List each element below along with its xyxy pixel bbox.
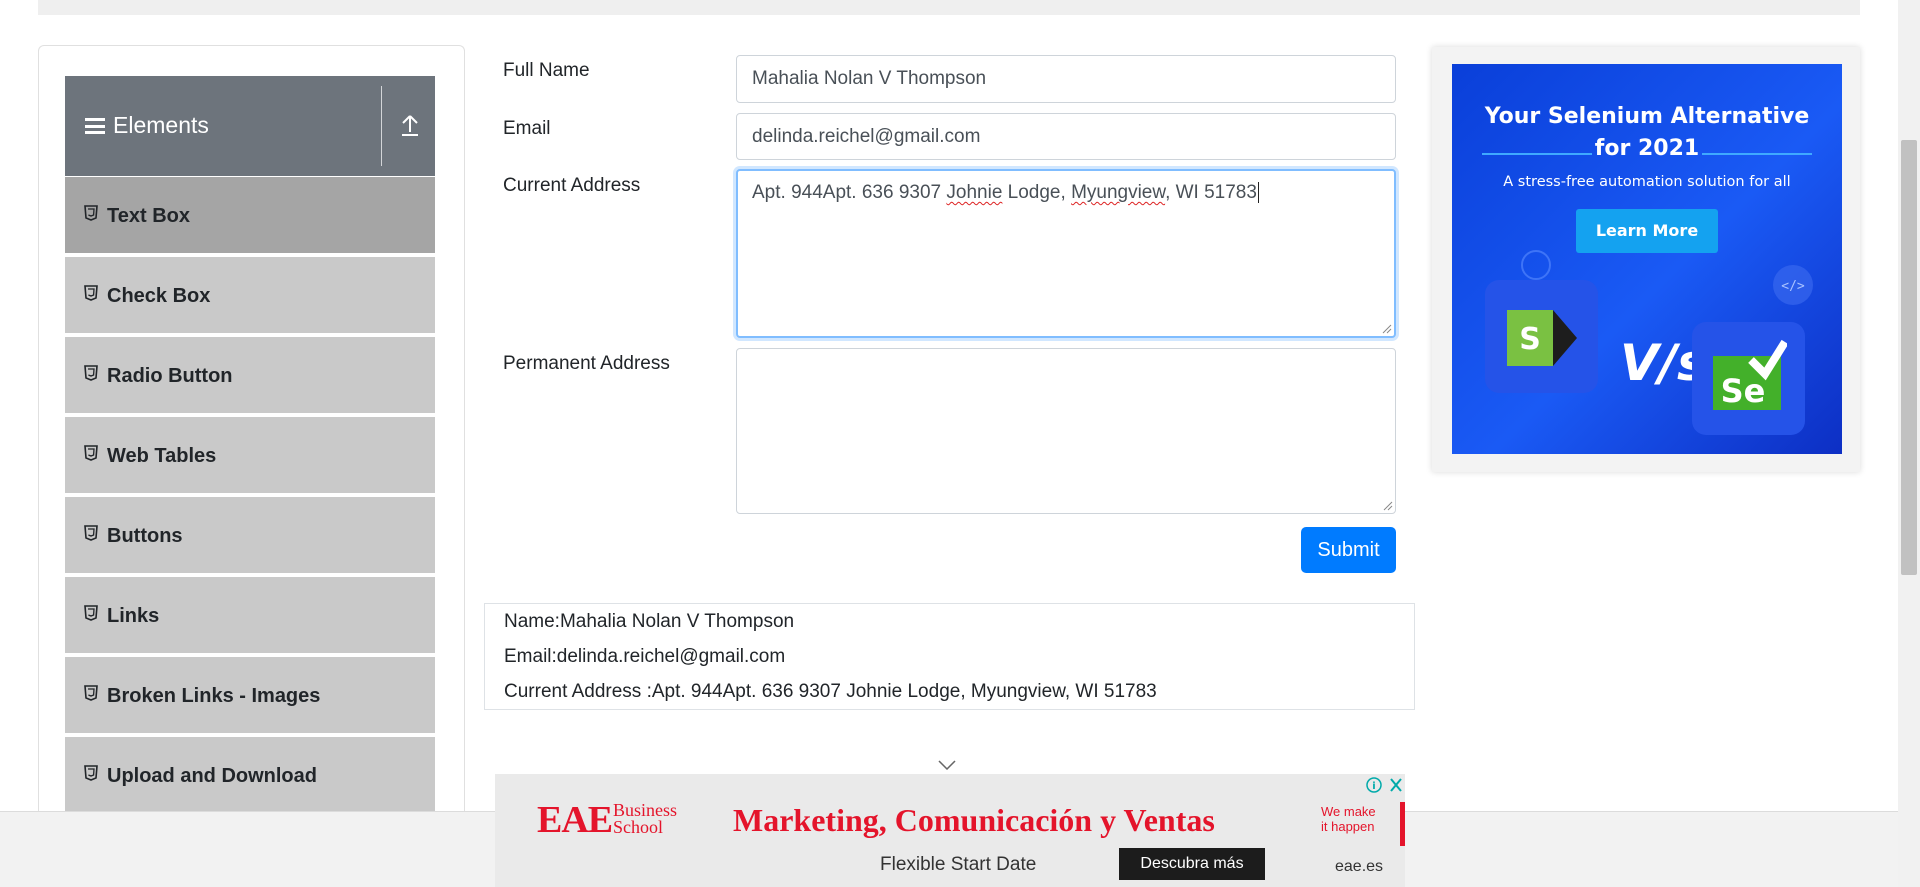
- full-name-input[interactable]: Mahalia Nolan V Thompson: [736, 55, 1396, 103]
- email-input[interactable]: delinda.reichel@gmail.com: [736, 113, 1396, 160]
- full-name-label: Full Name: [503, 60, 590, 81]
- current-address-textarea[interactable]: Apt. 944Apt. 636 9307 Johnie Lodge, Myun…: [736, 169, 1396, 338]
- descubra-mas-button[interactable]: Descubra más: [1119, 848, 1265, 880]
- svg-text:i: i: [1372, 781, 1375, 792]
- html5-icon: [84, 205, 98, 221]
- ad-logo-tile-right: Se: [1692, 322, 1805, 435]
- svg-text:</>: </>: [1781, 279, 1805, 294]
- html5-icon: [84, 285, 98, 301]
- html5-icon: [84, 525, 98, 541]
- sidebar-item-radio-button[interactable]: Radio Button: [65, 337, 435, 415]
- bottom-ad[interactable]: i EAE Business School Marketing, Comunica…: [495, 774, 1405, 887]
- elements-group-title: Elements: [113, 112, 209, 138]
- collapse-up-icon[interactable]: [399, 112, 421, 138]
- html5-icon: [84, 445, 98, 461]
- ad-bottom-sub: Flexible Start Date: [880, 854, 1037, 875]
- ad-bottom-tagline: We make it happen: [1321, 804, 1376, 834]
- resize-handle-icon[interactable]: [1383, 501, 1393, 511]
- learn-more-button[interactable]: Learn More: [1576, 209, 1718, 253]
- hamburger-icon: [85, 118, 105, 134]
- sidebar-item-check-box[interactable]: Check Box: [65, 257, 435, 335]
- html5-icon: [84, 365, 98, 381]
- sidebar-item-label: Broken Links - Images: [107, 685, 321, 707]
- eae-logo: EAE: [537, 799, 613, 841]
- scrollbar-thumb[interactable]: [1901, 140, 1917, 575]
- sidebar-item-web-tables[interactable]: Web Tables: [65, 417, 435, 495]
- ad-subline: A stress-free automation solution for al…: [1503, 174, 1791, 190]
- html5-icon: [84, 605, 98, 621]
- output-current-address: Current Address :Apt. 944Apt. 636 9307 J…: [504, 681, 1157, 702]
- html5-icon: [84, 765, 98, 781]
- current-address-label: Current Address: [503, 175, 641, 196]
- right-ad[interactable]: Your Selenium Alternative for 2021 A str…: [1452, 64, 1842, 454]
- eae-logo-sub: Business School: [613, 800, 678, 837]
- html5-icon: [84, 685, 98, 701]
- sidebar-item-label: Buttons: [107, 525, 183, 547]
- ad-red-bar: [1400, 802, 1405, 846]
- sidebar-item-label: Upload and Download: [107, 765, 317, 787]
- ad-headline-1: Your Selenium Alternative: [1484, 104, 1810, 129]
- resize-handle-icon[interactable]: [1382, 324, 1392, 334]
- output-box: Name:Mahalia Nolan V Thompson Email:deli…: [484, 603, 1415, 710]
- permanent-address-label: Permanent Address: [503, 353, 670, 374]
- email-label: Email: [503, 118, 551, 139]
- output-email: Email:delinda.reichel@gmail.com: [504, 646, 786, 667]
- ad-logo-tile-left: S: [1485, 280, 1598, 393]
- submit-button[interactable]: Submit: [1301, 527, 1396, 573]
- selenium-logo-icon: Se: [1713, 339, 1787, 410]
- code-icon: </>: [1773, 265, 1813, 305]
- output-name: Name:Mahalia Nolan V Thompson: [504, 611, 795, 632]
- ad-logo-right-text: Se: [1721, 372, 1766, 410]
- sidebar-item-broken-links-images[interactable]: Broken Links - Images: [65, 657, 435, 735]
- ad-logo-left-text: S: [1519, 322, 1541, 357]
- sidebar-item-label: Web Tables: [107, 445, 217, 467]
- sidebar-item-buttons[interactable]: Buttons: [65, 497, 435, 575]
- sidebar-item-text-box[interactable]: Text Box: [65, 177, 435, 255]
- ad-bottom-site: eae.es: [1335, 858, 1384, 875]
- sidebar-item-label: Check Box: [107, 285, 211, 307]
- permanent-address-textarea[interactable]: [736, 348, 1396, 514]
- sidebar-item-label: Links: [107, 605, 160, 627]
- full-name-value: Mahalia Nolan V Thompson: [752, 68, 987, 89]
- sidebar-item-label: Radio Button: [107, 365, 233, 387]
- adchoices-icon[interactable]: i: [1365, 776, 1405, 794]
- chevron-down-icon[interactable]: [938, 760, 956, 770]
- close-icon: [1390, 778, 1402, 792]
- clock-icon: [1521, 250, 1551, 280]
- ad-bottom-headline: Marketing, Comunicación y Ventas: [733, 802, 1215, 838]
- sidebar-item-label: Text Box: [107, 205, 190, 227]
- ad-decor-lines: [1482, 153, 1812, 155]
- email-value: delinda.reichel@gmail.com: [752, 126, 981, 147]
- sidebar-item-upload-and-download[interactable]: Upload and Download: [65, 737, 435, 815]
- top-banner-strip: [38, 0, 1860, 15]
- elements-group-header[interactable]: Elements: [65, 76, 435, 176]
- katalon-logo-icon: S: [1507, 310, 1577, 366]
- current-address-value: Apt. 944Apt. 636 9307 Johnie Lodge, Myun…: [752, 182, 1259, 203]
- sidebar-item-links[interactable]: Links: [65, 577, 435, 655]
- header-divider: [381, 86, 382, 166]
